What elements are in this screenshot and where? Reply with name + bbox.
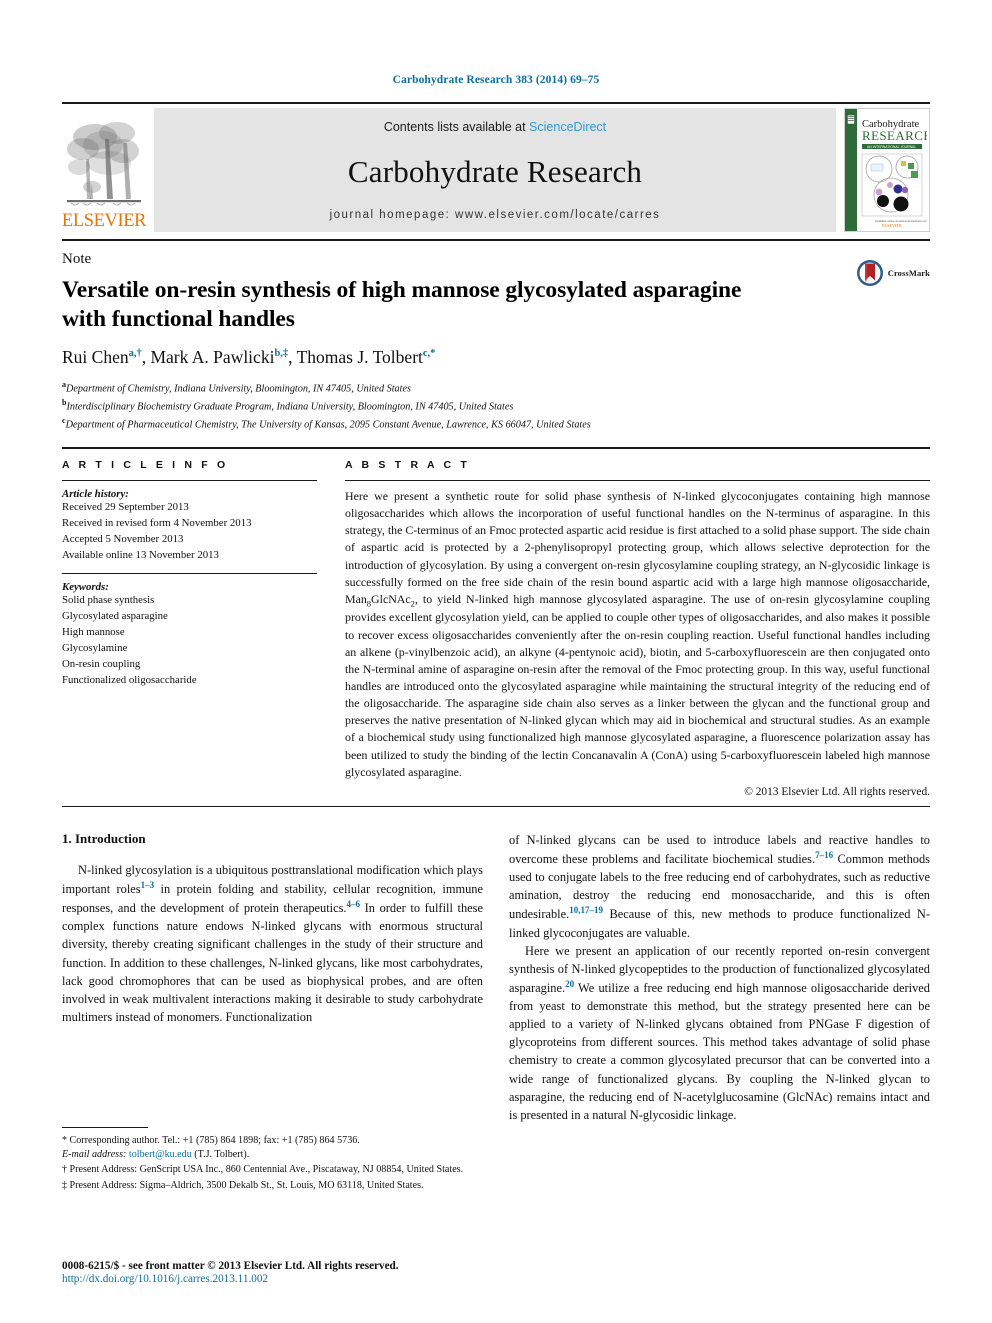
email-address-label: E-mail address: [62,1149,127,1161]
reference-link[interactable]: 7–16 [815,850,833,860]
contents-available-line: Contents lists available at ScienceDirec… [384,120,606,134]
divider [62,479,317,481]
journal-cover-thumbnail: Carbohydrate RESEARCH AN INTERNATIONAL J… [844,108,930,232]
author-list: Rui Chena,†, Mark A. Pawlickib,‡, Thomas… [62,347,436,368]
journal-title: Carbohydrate Research [347,154,643,189]
footnote-text: Present Address: Sigma–Aldrich, 3500 Dek… [69,1179,424,1191]
svg-text:RESEARCH: RESEARCH [862,128,927,143]
contents-prefix: Contents lists available at [383,120,530,134]
para-text: We utilize a free reducing end high mann… [509,981,930,1122]
divider [345,479,930,481]
article-info-label: A R T I C L E I N F O [62,458,229,471]
keywords-label: Keywords: [62,580,109,593]
footnote-item: † Present Address: GenScript USA Inc., 8… [62,1163,483,1177]
svg-text:ELSEVIER: ELSEVIER [882,223,902,228]
author-name: Rui Chen [62,347,129,368]
keyword-item: Glycosylated asparagine [62,609,168,622]
abstract-copyright: © 2013 Elsevier Ltd. All rights reserved… [744,785,930,798]
affiliation-text: Department of Chemistry, Indiana Univers… [66,383,411,395]
divider [62,805,930,807]
para-text: In order to fulfill these complex functi… [62,901,483,1024]
crossmark-label: CrossMark [887,268,930,278]
svg-text:AN INTERNATIONAL JOURNAL: AN INTERNATIONAL JOURNAL [867,145,916,149]
info-abstract-section: A R T I C L E I N F O Article history: R… [62,446,930,798]
sciencedirect-link[interactable]: ScienceDirect [529,120,606,134]
history-item: Received in revised form 4 November 2013 [62,516,252,529]
article-history-list: Received 29 September 2013 Received in r… [62,500,317,564]
email-suffix: (T.J. Tolbert). [191,1149,250,1161]
article-history-block: Article history: Received 29 September 2… [62,488,317,564]
keyword-item: High mannose [62,625,125,638]
footnote-mark: ‡ [62,1179,67,1191]
body-columns: 1. Introduction N-linked glycosylation i… [62,830,930,1191]
keywords-block: Keywords: Solid phase synthesis Glycosyl… [62,581,317,689]
keyword-item: Glycosylamine [62,641,128,654]
article-page: Carbohydrate Research 383 (2014) 69–75 E… [0,0,992,1323]
keyword-item: Solid phase synthesis [62,593,155,606]
reference-link[interactable]: 1–3 [141,880,155,890]
affiliation-text: Interdisciplinary Biochemistry Graduate … [66,401,514,413]
issn-copyright-line: 0008-6215/$ - see front matter © 2013 El… [62,1260,399,1272]
page-title: Versatile on-resin synthesis of high man… [62,277,742,332]
author-marks: a,† [128,348,142,360]
body-left-column: 1. Introduction N-linked glycosylation i… [62,830,483,1191]
author-name: Thomas J. Tolbert [296,347,423,368]
footnote-item: ‡ Present Address: Sigma–Aldrich, 3500 D… [62,1179,483,1193]
affiliation-item: aDepartment of Chemistry, Indiana Univer… [62,379,930,397]
email-link[interactable]: tolbert@ku.edu [129,1149,192,1160]
cover-artwork: Carbohydrate RESEARCH AN INTERNATIONAL J… [845,109,929,231]
abstract-part-3: , to yield N-linked high mannose glycosy… [345,591,930,779]
abstract-label: A B S T R A C T [345,458,470,471]
doi-link[interactable]: http://dx.doi.org/10.1016/j.carres.2013.… [62,1273,482,1285]
keyword-item: Functionalized oligosaccharide [62,673,197,686]
keyword-item: On-resin coupling [62,657,141,670]
body-right-column: of N-linked glycans can be used to intro… [509,831,930,1124]
elsevier-tree-icon [67,121,141,205]
journal-masthead: ELSEVIER Contents lists available at Sci… [62,102,930,232]
author-marks: b,‡ [274,348,289,360]
history-item: Available online 13 November 2013 [62,548,219,561]
divider [62,572,317,574]
keywords-list: Solid phase synthesis Glycosylated aspar… [62,593,317,689]
footnote-item: * Corresponding author. Tel.: +1 (785) 8… [62,1134,483,1163]
history-item: Accepted 5 November 2013 [62,532,184,545]
abstract-text: Here we present a synthetic route for so… [345,488,930,781]
abstract-part-1: Here we present a synthetic route for so… [345,488,930,606]
author-name: Mark A. Pawlicki [150,347,275,368]
document-type: Note [62,251,92,267]
affiliation-list: aDepartment of Chemistry, Indiana Univer… [62,379,930,433]
intro-paragraph-left: N-linked glycosylation is a ubiquitous p… [62,861,483,1026]
author-marks: c,* [422,348,436,360]
footnote-mark: † [62,1164,67,1176]
article-history-label: Article history: [62,487,129,500]
section-heading-introduction: 1. Introduction [62,830,146,846]
journal-homepage-line[interactable]: journal homepage: www.elsevier.com/locat… [330,209,661,221]
footnote-divider [62,1126,148,1128]
history-item: Received 29 September 2013 [62,500,189,513]
masthead-center: Contents lists available at ScienceDirec… [154,108,836,232]
affiliation-text: Department of Pharmaceutical Chemistry, … [65,419,591,431]
elsevier-wordmark: ELSEVIER [61,210,147,231]
abstract-part-2: GlcNAc [371,591,411,606]
footnote-text: Corresponding author. Tel.: +1 (785) 864… [69,1134,360,1146]
reference-link[interactable]: 20 [565,979,574,989]
abstract-column: A B S T R A C T Here we present a synthe… [345,459,930,798]
footnote-block: * Corresponding author. Tel.: +1 (785) 8… [62,1126,483,1194]
running-head: Carbohydrate Research 383 (2014) 69–75 [392,74,600,86]
article-info-column: A R T I C L E I N F O Article history: R… [62,459,317,798]
intro-paragraph-right-2: Here we present an application of our re… [509,942,930,1124]
article-header: Note Versatile on-resin synthesis of hig… [62,239,930,433]
footnote-mark: * [62,1134,67,1146]
intro-paragraph-right-1: of N-linked glycans can be used to intro… [509,831,930,942]
reference-link[interactable]: 4–6 [347,899,361,909]
elsevier-logo: ELSEVIER [62,108,146,232]
crossmark-badge[interactable]: CrossMark [856,259,930,287]
affiliation-item: bInterdisciplinary Biochemistry Graduate… [62,397,930,415]
crossmark-icon [856,260,883,286]
reference-link[interactable]: 10,17–19 [569,905,603,915]
affiliation-item: cDepartment of Pharmaceutical Chemistry,… [62,415,930,433]
bottom-matter: 0008-6215/$ - see front matter © 2013 El… [62,1260,482,1285]
footnote-text: Present Address: GenScript USA Inc., 860… [69,1164,464,1176]
